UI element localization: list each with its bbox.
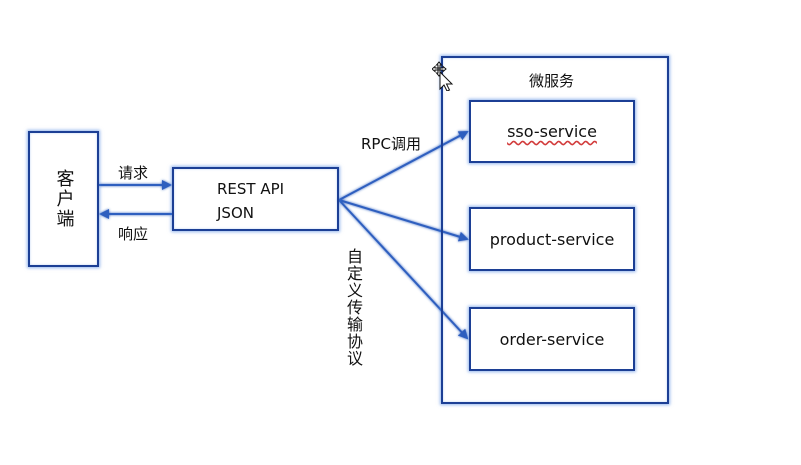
architecture-diagram: 客户端 请求 响应 REST API JSON RPC调用 自定义传输协议 微服… [0,0,801,465]
api-protocol-label: REST API [217,180,285,198]
sso-service-label: sso-service [507,122,597,141]
rpc-label: RPC调用 [361,135,421,153]
request-label: 请求 [118,164,149,182]
move-cursor-icon [432,61,454,91]
order-service-box: order-service [469,307,635,371]
api-gateway-box: REST API JSON [172,167,339,231]
product-service-box: product-service [469,207,635,271]
client-box: 客户端 [28,131,99,267]
order-service-label: order-service [499,329,605,349]
client-label: 客户端 [53,169,75,229]
product-service-label: product-service [489,229,615,249]
api-format-label: JSON [217,204,254,222]
sso-service-box: sso-service [469,100,635,163]
microservices-title: 微服务 [529,72,575,90]
response-label: 响应 [118,225,149,243]
protocol-label: 自定义传输协议 [344,248,363,367]
